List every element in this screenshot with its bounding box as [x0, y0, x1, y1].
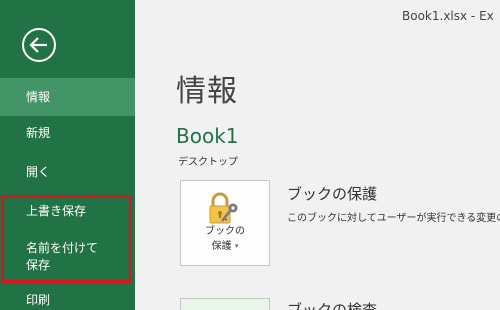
sidebar-item-print[interactable]: 印刷	[0, 292, 135, 310]
highlight-annotation-box	[1, 195, 132, 283]
inspect-section-title: ブックの検査	[287, 301, 378, 310]
sidebar-item-new[interactable]: 新規	[0, 125, 135, 147]
lock-key-icon	[209, 192, 238, 224]
protect-label-line1: ブックの	[205, 226, 245, 237]
protect-label-line2: 保護	[211, 241, 232, 252]
sidebar-item-open[interactable]: 開く	[0, 164, 135, 186]
workbook-location[interactable]: デスクトップ	[178, 153, 238, 168]
sidebar-item-label: 情報	[26, 90, 51, 104]
sidebar-item-label: 新規	[26, 126, 51, 140]
chevron-down-icon: ▾	[234, 242, 239, 250]
page-title: 情報	[176, 74, 238, 109]
window-title: Book1.xlsx - Ex	[402, 9, 494, 23]
back-button[interactable]	[20, 26, 58, 64]
protect-section-description: このブックに対してユーザーが実行できる変更の種類を	[287, 213, 500, 224]
sidebar-item-label: 印刷	[26, 293, 51, 307]
inspect-workbook-button[interactable]	[180, 298, 270, 310]
sidebar-item-label: 開く	[26, 165, 51, 179]
protect-section-title: ブックの保護	[287, 185, 378, 203]
backstage-sidebar: 情報 新規 開く 上書き保存 名前を付けて保存 印刷	[0, 0, 135, 310]
sidebar-item-info[interactable]: 情報	[0, 78, 135, 116]
back-arrow-icon	[22, 28, 56, 62]
protect-workbook-button[interactable]: ブックの 保護 ▾	[180, 180, 270, 266]
protect-workbook-label: ブックの 保護 ▾	[181, 225, 269, 254]
workbook-name: Book1	[176, 124, 239, 148]
